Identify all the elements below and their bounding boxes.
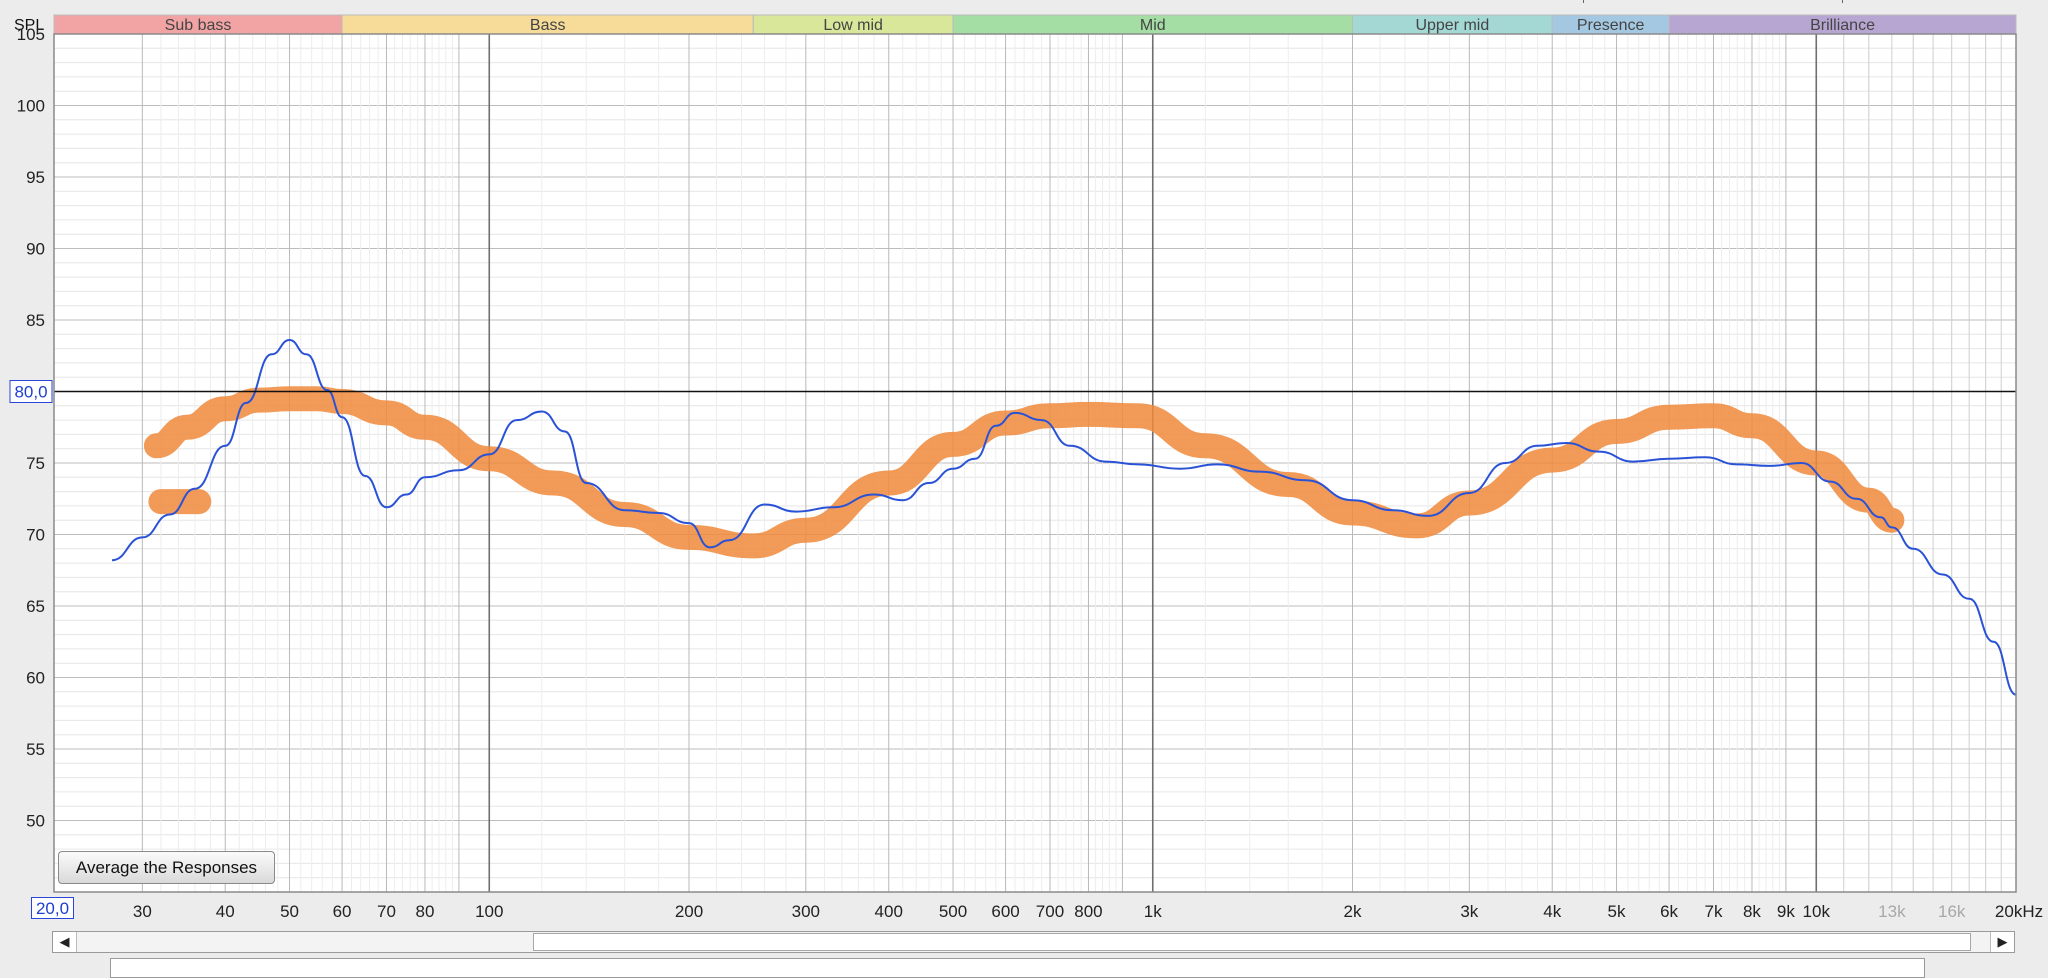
spl-frequency-chart[interactable]: SPL Sub bass Bass Low mid Mid Upper mid Prese… [0,0,2048,930]
x-tick-label: 9k [1777,902,1795,921]
bottom-panel-edge [110,958,1925,978]
average-responses-button[interactable]: Average the Responses [58,851,275,884]
y-tick-label: 85 [26,311,45,330]
frequency-bands: Sub bass Bass Low mid Mid Upper mid Presence B… [53,14,2017,35]
x-tick-label: 30 [133,902,152,921]
x-tick-label: 100 [475,902,503,921]
band-label: Low mid [823,17,883,34]
x-tick-label: 2k [1344,902,1362,921]
band-label: Bass [530,17,566,34]
scroll-thumb[interactable] [533,933,1971,951]
band-label: Presence [1577,17,1645,34]
x-tick-label: 400 [875,902,903,921]
x-tick-label: 6k [1660,902,1678,921]
cursor-frequency-readout[interactable]: 20,0 [31,897,74,919]
x-tick-label: 7k [1705,902,1723,921]
top-edge-tick [1583,0,1584,3]
y-tick-label: 60 [26,669,45,688]
y-tick-labels: 50556065707580859095100105 [17,25,45,831]
x-tick-label: 700 [1036,902,1064,921]
y-tick-label: 95 [26,168,45,187]
x-tick-label: 60 [333,902,352,921]
scroll-right-arrow-icon[interactable]: ▶ [1990,932,2014,952]
band-label: Mid [1140,17,1166,34]
x-tick-label: 500 [939,902,967,921]
x-tick-label: 20kHz [1995,902,2043,921]
cursor-level-readout: 80,0 [14,383,47,402]
band-label: Brilliance [1810,17,1875,34]
x-tick-label: 13k [1878,902,1906,921]
band-label: Sub bass [165,17,232,34]
x-tick-label: 16k [1938,902,1966,921]
x-tick-labels: 30 40 50 60 70 80 100 200 300 400 500 600 700 800 1k 2k… [133,902,2043,921]
y-tick-label: 75 [26,454,45,473]
x-tick-label: 50 [280,902,299,921]
x-tick-label: 600 [991,902,1019,921]
y-tick-label: 50 [26,812,45,831]
y-tick-label: 90 [26,240,45,259]
top-edge-tick [1842,0,1843,3]
x-tick-label: 8k [1743,902,1761,921]
x-tick-label: 40 [216,902,235,921]
band-label: Upper mid [1415,17,1489,34]
scroll-left-arrow-icon[interactable]: ◀ [53,932,77,952]
horizontal-scrollbar[interactable]: ◀ ▶ [52,931,2015,953]
y-tick-label: 55 [26,740,45,759]
x-tick-label: 200 [675,902,703,921]
x-tick-label: 1k [1144,902,1162,921]
x-tick-label: 300 [792,902,820,921]
x-tick-label: 800 [1074,902,1102,921]
x-tick-label: 5k [1608,902,1626,921]
y-tick-label: 105 [17,25,45,44]
x-tick-label: 10k [1803,902,1831,921]
grid [54,33,2017,892]
rew-graph-window: SPL Sub bass Bass Low mid Mid Upper mid Prese… [0,0,2048,978]
x-tick-label: 4k [1543,902,1561,921]
y-tick-label: 100 [17,97,45,116]
x-tick-label: 80 [416,902,435,921]
y-tick-label: 65 [26,597,45,616]
x-tick-label: 70 [377,902,396,921]
y-tick-label: 70 [26,526,45,545]
x-tick-label: 3k [1460,902,1478,921]
